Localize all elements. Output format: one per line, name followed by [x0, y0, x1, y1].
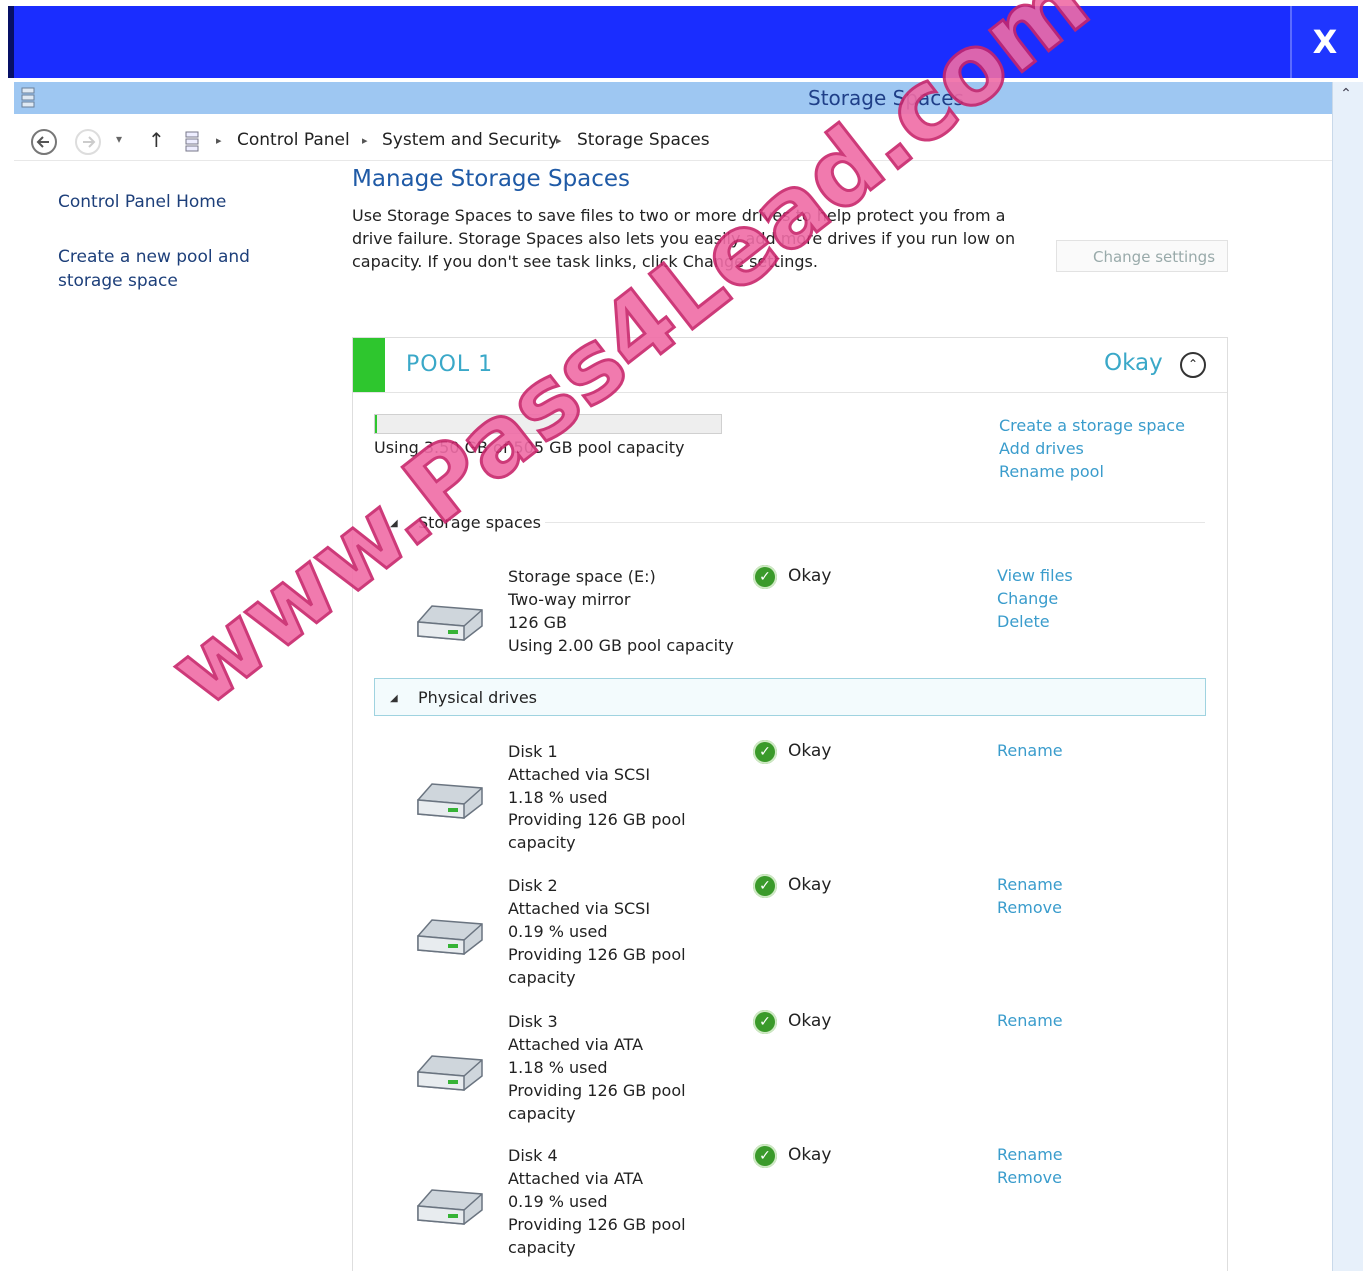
checkmark-icon: ✓ — [753, 565, 777, 589]
rename-link[interactable]: Rename — [997, 1011, 1063, 1030]
item-line: Providing 126 GB pool — [508, 1215, 686, 1234]
item-line: capacity — [508, 1104, 576, 1123]
drive-icon — [417, 605, 483, 641]
window-title: Storage Spaces — [808, 86, 964, 110]
item-line: 0.19 % used — [508, 1192, 608, 1211]
pool-name: POOL 1 — [406, 352, 494, 377]
rename-link[interactable]: Rename — [997, 1145, 1063, 1164]
checkmark-icon: ✓ — [753, 874, 777, 898]
view-files-link[interactable]: View files — [997, 566, 1073, 585]
physical-drives-section-header[interactable]: Physical drives — [418, 688, 537, 707]
item-line: Providing 126 GB pool — [508, 945, 686, 964]
checkmark-icon: ✓ — [753, 1010, 777, 1034]
delete-link[interactable]: Delete — [997, 612, 1050, 631]
page-title: Manage Storage Spaces — [352, 166, 631, 192]
item-line: Attached via ATA — [508, 1169, 644, 1188]
section-divider — [545, 522, 1205, 523]
checkmark-icon: ✓ — [753, 740, 777, 764]
chevron-down-icon: ▾ — [116, 132, 123, 146]
item-line: Using 2.00 GB pool capacity — [508, 636, 734, 655]
rename-link[interactable]: Rename — [997, 875, 1063, 894]
drive-icon — [417, 783, 483, 819]
breadcrumb-separator-icon: ▸ — [216, 134, 222, 147]
pool-usage-bar — [374, 414, 722, 434]
breadcrumb-system-and-security[interactable]: System and Security — [382, 130, 558, 150]
add-drives-link[interactable]: Add drives — [999, 439, 1084, 458]
item-line: 1.18 % used — [508, 1058, 608, 1077]
status-text: Okay — [788, 1011, 832, 1031]
status-text: Okay — [788, 1145, 832, 1165]
item-line: capacity — [508, 833, 576, 852]
item-line: Disk 1 — [508, 742, 558, 761]
change-link[interactable]: Change — [997, 589, 1058, 608]
item-line: Attached via SCSI — [508, 765, 651, 784]
close-button[interactable]: X — [1290, 6, 1358, 78]
item-line: 0.19 % used — [508, 922, 608, 941]
item-line: 1.18 % used — [508, 788, 608, 807]
forward-arrow-icon — [75, 129, 101, 155]
breadcrumb-separator-icon: ▸ — [556, 134, 562, 147]
change-settings-button[interactable]: Change settings — [1056, 240, 1228, 272]
breadcrumb-separator-icon: ▸ — [362, 134, 368, 147]
pool-usage-fill — [375, 415, 378, 433]
item-line: Storage space (E:) — [508, 567, 656, 586]
back-button[interactable] — [30, 128, 58, 161]
drive-icon — [417, 919, 483, 955]
create-storage-space-link[interactable]: Create a storage space — [999, 416, 1185, 435]
status-text: Okay — [788, 875, 832, 895]
remove-link[interactable]: Remove — [997, 1168, 1062, 1187]
item-line: capacity — [508, 968, 576, 987]
vertical-scrollbar[interactable] — [1332, 82, 1363, 1271]
expand-triangle-icon[interactable]: ◢ — [390, 518, 398, 529]
item-line: 126 GB — [508, 613, 567, 632]
item-line: Providing 126 GB pool — [508, 810, 686, 829]
pool-status-color-bar — [353, 338, 385, 392]
storage-spaces-section-header[interactable]: Storage spaces — [418, 513, 541, 532]
pool-status: Okay — [1104, 350, 1163, 376]
breadcrumb-control-panel[interactable]: Control Panel — [237, 130, 350, 150]
top-banner-blue — [8, 6, 1294, 78]
expand-triangle-icon[interactable]: ◢ — [390, 693, 398, 704]
collapse-icon[interactable]: ⌃ — [1180, 352, 1206, 378]
drive-icon — [417, 1189, 483, 1225]
drive-icon — [417, 1055, 483, 1091]
forward-button[interactable] — [74, 128, 102, 161]
intro-text: Use Storage Spaces to save files to two … — [352, 206, 1016, 271]
item-line: Attached via ATA — [508, 1035, 644, 1054]
remove-link[interactable]: Remove — [997, 898, 1062, 917]
item-line: Providing 126 GB pool — [508, 1081, 686, 1100]
item-line: Disk 4 — [508, 1146, 558, 1165]
scroll-up-icon[interactable]: ⌃ — [1336, 84, 1356, 104]
status-text: Okay — [788, 566, 832, 586]
item-line: capacity — [508, 1238, 576, 1257]
back-arrow-icon — [31, 129, 57, 155]
item-line: Disk 2 — [508, 876, 558, 895]
pool-usage-text: Using 3.50 GB of 505 GB pool capacity — [374, 438, 685, 457]
up-button[interactable]: ↑ — [148, 128, 165, 152]
sidebar-item-create-pool[interactable]: Create a new pool and storage space — [58, 245, 308, 293]
close-icon: X — [1312, 23, 1338, 61]
status-text: Okay — [788, 741, 832, 761]
control-panel-location-icon — [185, 131, 199, 152]
item-line: Attached via SCSI — [508, 899, 651, 918]
rename-link[interactable]: Rename — [997, 741, 1063, 760]
up-arrow-icon: ↑ — [148, 128, 165, 152]
item-line: Disk 3 — [508, 1012, 558, 1031]
checkmark-icon: ✓ — [753, 1144, 777, 1168]
sidebar-item-control-panel-home[interactable]: Control Panel Home — [58, 190, 226, 214]
recent-pages-dropdown[interactable]: ▾ — [116, 132, 122, 146]
breadcrumb-storage-spaces[interactable]: Storage Spaces — [577, 130, 710, 150]
item-line: Two-way mirror — [508, 590, 631, 609]
rename-pool-link[interactable]: Rename pool — [999, 462, 1104, 481]
